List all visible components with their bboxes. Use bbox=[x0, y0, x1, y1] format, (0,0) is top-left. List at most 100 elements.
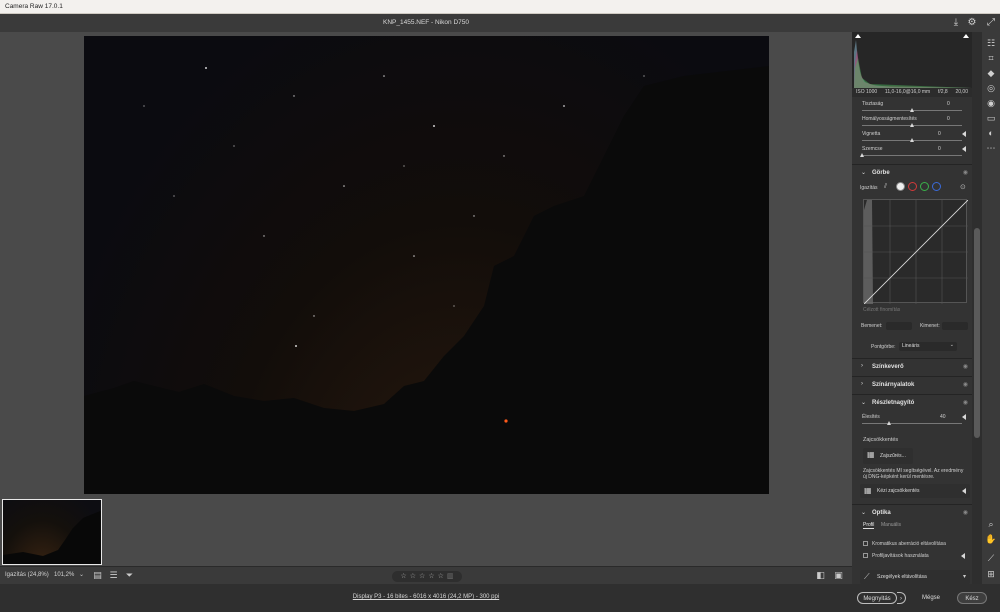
workflow-options-link[interactable]: Display P3 - 16 bites - 6016 x 4016 (24,… bbox=[0, 594, 852, 600]
star-2[interactable]: ☆ bbox=[410, 572, 416, 581]
output-field[interactable] bbox=[942, 322, 968, 330]
zoom-fit-label[interactable]: Igazítás (24,8%) bbox=[5, 572, 49, 578]
edit-sliders-icon[interactable]: ☷ bbox=[984, 37, 998, 49]
chevron-down-icon[interactable]: ⌄ bbox=[861, 509, 866, 516]
highlight-clipping-icon[interactable] bbox=[963, 34, 969, 38]
expand-triangle-icon[interactable] bbox=[961, 553, 965, 559]
snapshots-icon[interactable]: ▭ bbox=[984, 112, 998, 124]
color-sampler-icon[interactable]: ⟋ bbox=[984, 552, 998, 564]
star-3[interactable]: ☆ bbox=[419, 572, 425, 581]
camera-info: ISO 1000 11,0-16,0@16,0 mm f/2,8 20,00 bbox=[852, 88, 972, 97]
fullscreen-icon[interactable]: ⤢ bbox=[985, 17, 997, 29]
zoom-icon[interactable]: ⌕ bbox=[984, 518, 998, 530]
more-icon[interactable]: ⋯ bbox=[984, 142, 998, 154]
slider-dehaze[interactable]: Homályosságmentesítés 0 bbox=[852, 116, 972, 131]
chevron-down-icon[interactable]: ⌄ bbox=[861, 399, 866, 406]
hand-icon[interactable]: ✋ bbox=[984, 533, 998, 545]
compare-view-icon[interactable]: ▣ bbox=[833, 570, 844, 581]
eye-icon[interactable]: ◉ bbox=[963, 169, 968, 176]
open-button[interactable]: Megnyitás bbox=[857, 592, 897, 604]
slider-knob[interactable] bbox=[910, 108, 914, 112]
filmstrip-icon[interactable]: ▤ bbox=[92, 570, 103, 581]
blue-channel-icon[interactable] bbox=[932, 182, 941, 191]
chevron-down-icon: ⌄ bbox=[949, 342, 954, 348]
save-icon[interactable]: ⤓ bbox=[950, 17, 962, 29]
eye-icon[interactable]: ◉ bbox=[963, 509, 968, 516]
tone-curve-graph[interactable] bbox=[863, 199, 969, 305]
star-5[interactable]: ☆ bbox=[438, 572, 444, 581]
star-1[interactable]: ☆ bbox=[400, 572, 406, 581]
red-channel-icon[interactable] bbox=[908, 182, 917, 191]
slider-knob[interactable] bbox=[910, 138, 914, 142]
targeted-refine-label[interactable]: Célzott finomítás bbox=[863, 307, 900, 313]
slider-track[interactable] bbox=[862, 423, 962, 424]
zoom-value[interactable]: 101,2% bbox=[54, 572, 74, 578]
section-color-mixer[interactable]: › Színkeverő ◉ bbox=[852, 358, 972, 374]
manual-noise-reduction-button[interactable]: ▦ Kézi zajcsökkentés bbox=[860, 484, 970, 498]
panel-scrollbar-thumb[interactable] bbox=[974, 228, 980, 438]
sort-icon[interactable]: ☰ bbox=[108, 570, 119, 581]
star-rating[interactable]: ☆ ☆ ☆ ☆ ☆ ▥ bbox=[392, 571, 462, 582]
slider-value[interactable]: 0 bbox=[947, 116, 950, 122]
profile-corrections-checkbox[interactable] bbox=[863, 553, 868, 558]
slider-clarity[interactable]: Tisztaság 0 bbox=[852, 101, 972, 116]
open-options-chevron-icon[interactable]: › bbox=[897, 592, 906, 604]
slider-knob[interactable] bbox=[860, 153, 864, 157]
section-optics[interactable]: ⌄ Optika ◉ bbox=[852, 504, 972, 520]
eye-icon[interactable]: ◉ bbox=[963, 399, 968, 406]
expand-triangle-icon[interactable] bbox=[962, 414, 966, 420]
red-eye-icon[interactable]: ◉ bbox=[984, 97, 998, 109]
slider-value[interactable]: 40 bbox=[940, 414, 946, 420]
masking-icon[interactable]: ◎ bbox=[984, 82, 998, 94]
expand-triangle-icon[interactable] bbox=[962, 131, 966, 137]
file-name: KNP_1455.NEF - Nikon D750 bbox=[383, 19, 469, 26]
denoise-button[interactable]: ▦ Zajszűrés... bbox=[863, 448, 913, 464]
defringe-button[interactable]: ⟋ Szegélyek eltávolítása ▾ bbox=[860, 570, 970, 584]
before-after-icon[interactable]: ◧ bbox=[815, 570, 826, 581]
presets-icon[interactable]: ◐ bbox=[984, 127, 998, 139]
filter-icon[interactable]: ⏷ bbox=[124, 570, 135, 581]
histogram-graph bbox=[854, 40, 972, 88]
green-channel-icon[interactable] bbox=[920, 182, 929, 191]
done-button[interactable]: Kész bbox=[957, 592, 987, 604]
star-4[interactable]: ☆ bbox=[428, 572, 434, 581]
tab-profile[interactable]: Profil bbox=[863, 522, 875, 529]
expand-triangle-icon[interactable] bbox=[962, 488, 966, 494]
slider-vignette[interactable]: Vignetta 0 bbox=[852, 131, 972, 146]
filmstrip-thumbnail[interactable] bbox=[2, 499, 102, 565]
chromatic-aberration-checkbox[interactable] bbox=[863, 541, 868, 546]
trash-icon[interactable]: ▥ bbox=[447, 572, 454, 581]
slider-value[interactable]: 0 bbox=[938, 146, 941, 152]
point-curve-white-icon[interactable] bbox=[896, 182, 905, 191]
chevron-down-icon[interactable]: ⌄ bbox=[861, 169, 866, 176]
parametric-curve-icon[interactable]: ⫽ bbox=[884, 183, 887, 191]
photo-preview[interactable] bbox=[84, 36, 769, 494]
slider-value[interactable]: 0 bbox=[938, 131, 941, 137]
crop-icon[interactable]: ⌗ bbox=[984, 52, 998, 64]
slider-grain[interactable]: Szemcse 0 bbox=[852, 146, 972, 161]
input-field[interactable] bbox=[886, 322, 912, 330]
eye-icon[interactable]: ◉ bbox=[963, 363, 968, 370]
chevron-down-icon[interactable]: ▾ bbox=[963, 573, 966, 580]
cancel-button[interactable]: Mégse bbox=[917, 592, 945, 604]
slider-value[interactable]: 0 bbox=[947, 101, 950, 107]
slider-track[interactable] bbox=[862, 155, 962, 156]
shadow-clipping-icon[interactable] bbox=[855, 34, 861, 38]
section-color-grading[interactable]: › Színárnyalatok ◉ bbox=[852, 376, 972, 392]
healing-eraser-icon[interactable]: ◆ bbox=[984, 67, 998, 79]
tab-manual[interactable]: Manuális bbox=[881, 522, 901, 528]
gear-icon[interactable]: ⚙ bbox=[966, 17, 978, 29]
slider-knob[interactable] bbox=[887, 421, 891, 425]
section-curve[interactable]: ⌄ Görbe ◉ bbox=[852, 164, 972, 180]
slider-sharpening[interactable]: Élesítés 40 bbox=[852, 414, 972, 429]
chevron-right-icon[interactable]: › bbox=[861, 381, 863, 387]
target-adjust-icon[interactable]: ⊙ bbox=[960, 183, 966, 191]
grid-icon[interactable]: ⊞ bbox=[984, 568, 998, 580]
chevron-right-icon[interactable]: › bbox=[861, 363, 863, 369]
point-curve-select[interactable]: Lineáris ⌄ bbox=[899, 342, 957, 351]
slider-knob[interactable] bbox=[910, 123, 914, 127]
section-detail[interactable]: ⌄ Részletnagyító ◉ bbox=[852, 394, 972, 410]
expand-triangle-icon[interactable] bbox=[962, 146, 966, 152]
eye-icon[interactable]: ◉ bbox=[963, 381, 968, 388]
zoom-dropdown-icon[interactable]: ⌄ bbox=[76, 570, 87, 581]
